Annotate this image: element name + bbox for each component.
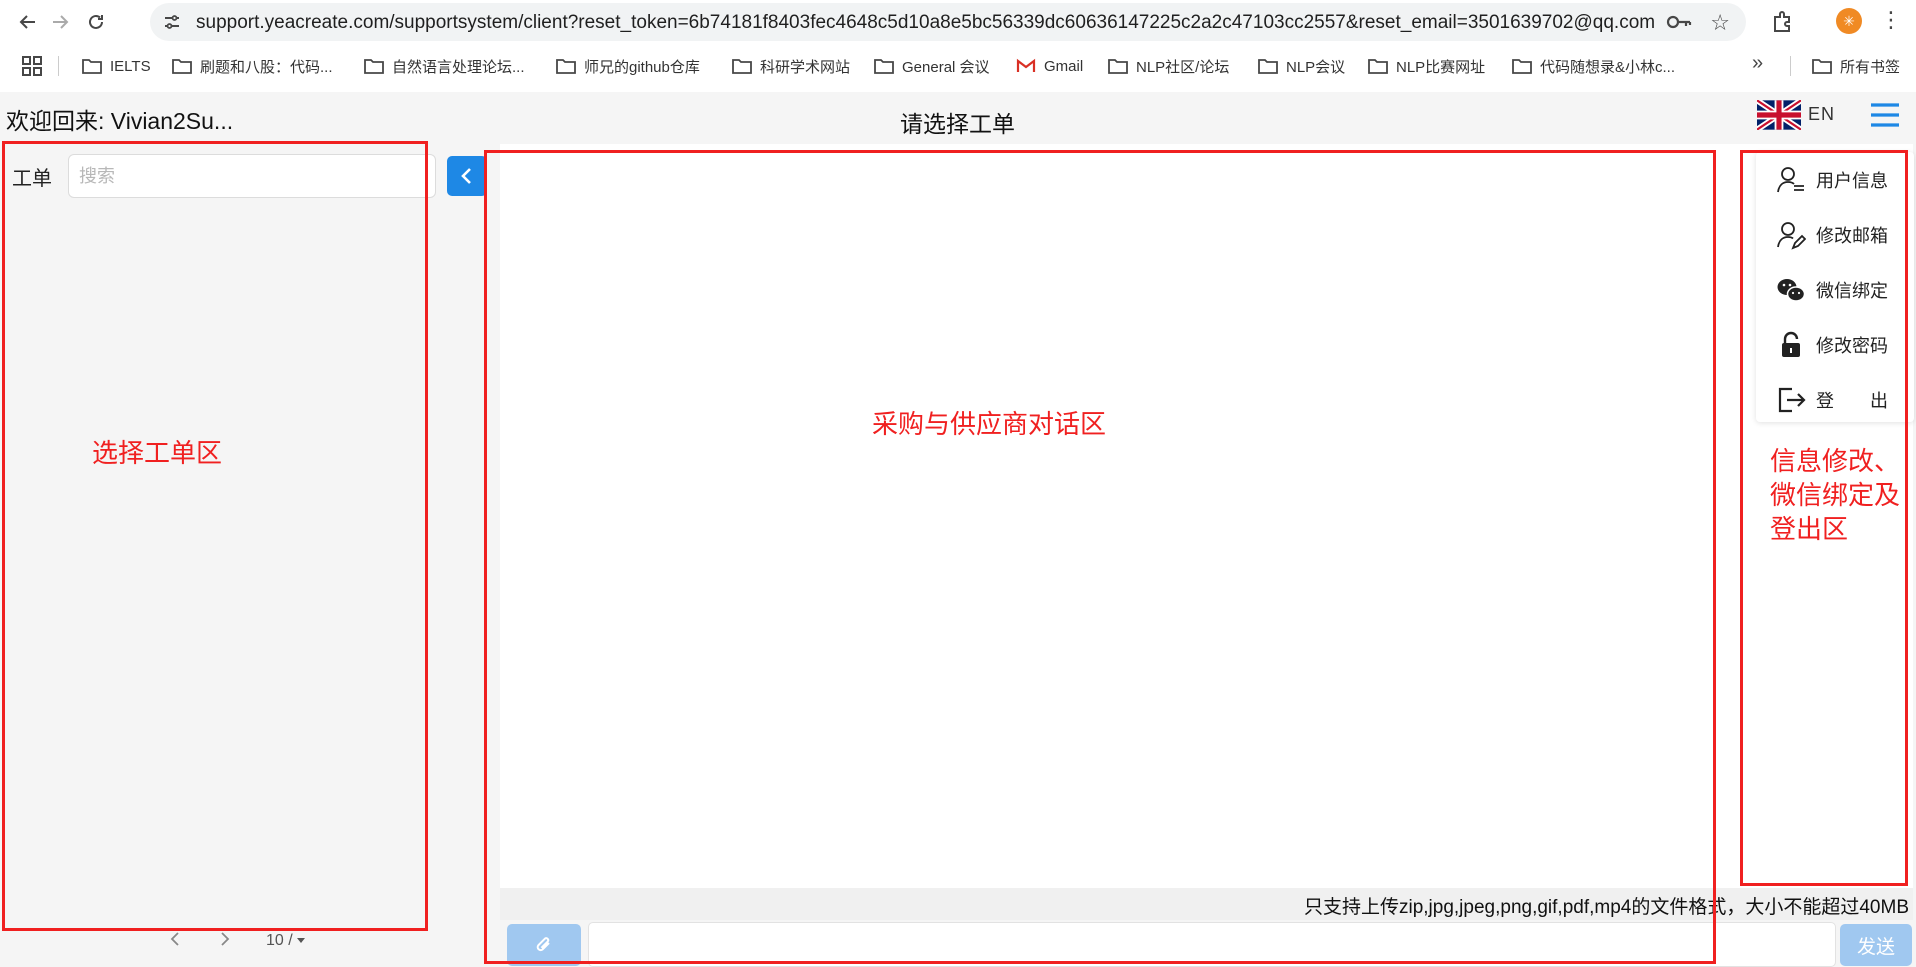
more-bookmarks-icon[interactable]: » — [1752, 52, 1763, 75]
collapse-panel-button[interactable] — [447, 156, 487, 196]
bookmark-folder[interactable]: General 会议 — [874, 54, 990, 78]
bookmark-label: Gmail — [1044, 57, 1084, 75]
bookmark-folder[interactable]: NLP社区/论坛 — [1108, 54, 1229, 78]
annotation-label-center: 采购与供应商对话区 — [872, 409, 1107, 439]
page-title: 请选择工单 — [900, 111, 1015, 137]
apps-grid-icon[interactable] — [20, 54, 44, 78]
page-size-select[interactable]: 10 / — [266, 932, 305, 950]
folder-icon — [82, 59, 102, 74]
bookmark-label: 师兄的github仓库 — [584, 58, 700, 76]
browser-toolbar: support.yeacreate.com/supportsystem/clie… — [0, 0, 1916, 44]
bookmark-label: NLP社区/论坛 — [1136, 58, 1230, 76]
site-settings-icon[interactable] — [162, 12, 182, 32]
bookmark-folder[interactable]: 刷题和八股：代码... — [172, 54, 333, 78]
bookmark-folder[interactable]: NLP会议 — [1258, 54, 1345, 78]
gmail-icon — [1016, 58, 1036, 72]
divider — [1790, 56, 1791, 76]
bookmark-folder[interactable]: 代码随想录&小林c... — [1512, 54, 1675, 78]
bookmark-ielts[interactable]: IELTS — [82, 54, 151, 78]
folder-icon — [1108, 59, 1128, 74]
address-bar[interactable]: support.yeacreate.com/supportsystem/clie… — [150, 3, 1746, 41]
bookmark-label: 科研学术网站 — [760, 58, 851, 76]
bookmark-label: 刷题和八股：代码... — [200, 58, 333, 76]
browser-chrome: support.yeacreate.com/supportsystem/clie… — [0, 0, 1916, 92]
folder-icon — [364, 59, 384, 74]
folder-icon — [1812, 59, 1832, 74]
profile-avatar[interactable]: ✳ — [1836, 8, 1862, 34]
next-page-icon[interactable] — [220, 931, 230, 951]
annotation-label-right: 信息修改、 微信绑定及 登出区 — [1770, 446, 1901, 544]
annotation-box-left — [2, 141, 428, 931]
forward-arrow-icon[interactable] — [46, 8, 74, 36]
annotation-label-left: 选择工单区 — [92, 438, 223, 468]
app-header: 欢迎回来: Vivian2Su... 请选择工单 EN — [0, 92, 1916, 144]
folder-icon — [1512, 59, 1532, 74]
extensions-icon[interactable] — [1768, 8, 1796, 36]
back-arrow-icon[interactable] — [14, 8, 42, 36]
all-bookmarks[interactable]: 所有书签 — [1812, 54, 1900, 78]
bookmark-label: 所有书签 — [1840, 58, 1901, 76]
divider — [58, 56, 59, 76]
bookmark-folder[interactable]: 自然语言处理论坛... — [364, 54, 525, 78]
uk-flag-icon[interactable] — [1757, 100, 1801, 130]
bookmark-folder[interactable]: NLP比赛网址 — [1368, 54, 1485, 78]
folder-icon — [172, 59, 192, 74]
bookmark-label: 代码随想录&小林c... — [1540, 58, 1676, 76]
key-icon[interactable] — [1666, 13, 1692, 31]
folder-icon — [1258, 59, 1278, 74]
bookmark-label: General 会议 — [902, 58, 990, 76]
url-text[interactable]: support.yeacreate.com/supportsystem/clie… — [196, 12, 1656, 34]
bookmark-star-icon[interactable]: ☆ — [1710, 10, 1730, 36]
send-button[interactable]: 发送 — [1840, 924, 1912, 966]
bookmark-folder[interactable]: 师兄的github仓库 — [556, 54, 700, 78]
prev-page-icon[interactable] — [170, 931, 180, 951]
bookmark-folder[interactable]: 科研学术网站 — [732, 54, 850, 78]
browser-menu-icon[interactable]: ⋮ — [1880, 6, 1902, 34]
pagination: 10 / — [170, 930, 305, 952]
bookmark-label: IELTS — [110, 57, 151, 75]
bookmark-label: NLP比赛网址 — [1396, 58, 1486, 76]
folder-icon — [1368, 59, 1388, 74]
hamburger-menu-icon[interactable] — [1870, 102, 1900, 128]
caret-down-icon — [296, 938, 305, 943]
folder-icon — [556, 59, 576, 74]
chevron-left-icon — [461, 168, 471, 184]
bookmark-label: 自然语言处理论坛... — [392, 58, 525, 76]
welcome-text: 欢迎回来: Vivian2Su... — [6, 108, 234, 134]
bookmarks-bar: IELTS 刷题和八股：代码... 自然语言处理论坛... 师兄的github仓… — [0, 48, 1916, 84]
language-label[interactable]: EN — [1808, 104, 1835, 125]
annotation-box-center — [484, 150, 1716, 964]
bookmark-gmail[interactable]: Gmail — [1016, 54, 1083, 78]
folder-icon — [732, 59, 752, 74]
page-size-label: 10 / — [266, 932, 293, 949]
reload-icon[interactable] — [82, 8, 110, 36]
bookmark-label: NLP会议 — [1286, 58, 1346, 76]
folder-icon — [874, 59, 894, 74]
